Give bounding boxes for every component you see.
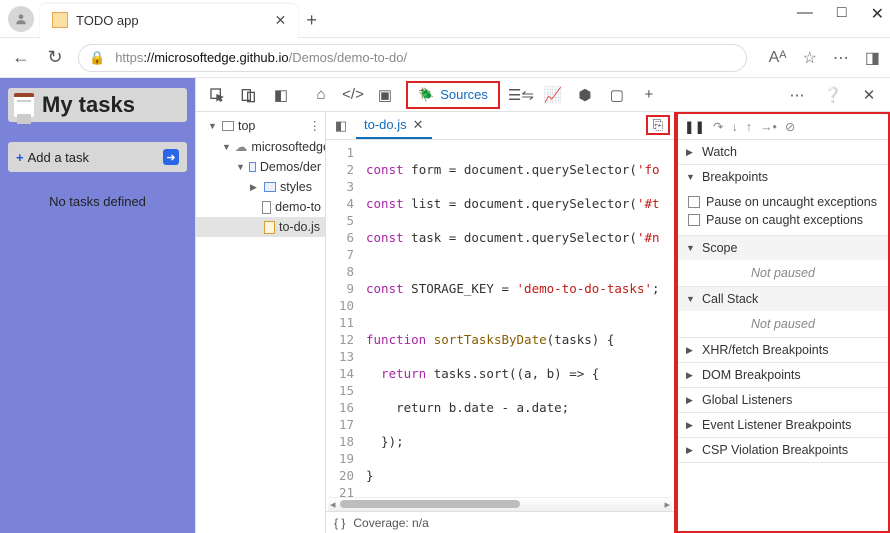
new-tab-button[interactable]: +: [306, 10, 317, 31]
editor-file-name: to-do.js: [364, 117, 407, 132]
pause-caught-checkbox[interactable]: Pause on caught exceptions: [688, 211, 880, 229]
global-listeners-section[interactable]: ▶Global Listeners: [678, 388, 888, 412]
close-file-icon[interactable]: ✕: [413, 117, 424, 133]
breakpoints-section[interactable]: ▼Breakpoints: [678, 165, 888, 189]
sources-tab-label: Sources: [440, 87, 488, 102]
network-tab-icon[interactable]: ☰⇋: [506, 80, 536, 110]
tree-demo-to-file[interactable]: demo-to: [196, 197, 325, 217]
tree-origin[interactable]: ▼microsoftedge…: [196, 136, 325, 157]
tree-styles-folder[interactable]: ▶styles: [196, 177, 325, 197]
clipboard-icon: [14, 93, 34, 117]
help-icon[interactable]: ❔: [818, 80, 848, 110]
welcome-tab-icon[interactable]: ⌂: [306, 80, 336, 110]
deactivate-breakpoints-icon[interactable]: ⊘: [785, 119, 795, 134]
tab-title: TODO app: [76, 13, 139, 28]
xhr-breakpoints-section[interactable]: ▶XHR/fetch Breakpoints: [678, 338, 888, 362]
tree-demos-folder[interactable]: ▼Demos/der: [196, 157, 325, 177]
site-lock-icon[interactable]: 🔒: [89, 50, 105, 66]
devtools-tabstrip: ◧ ⌂ </> ▣ 🪲 Sources ☰⇋ 📈 ⬢ ▢ + ⋯ ❔ ✕: [196, 78, 890, 112]
pause-button[interactable]: ❚❚: [684, 119, 705, 134]
browser-tab[interactable]: TODO app ✕: [40, 4, 298, 38]
submit-task-button[interactable]: ➜: [163, 149, 179, 165]
horizontal-scrollbar[interactable]: ◂ ▸: [328, 497, 672, 511]
file-navigator: ⋮ ▼top ▼microsoftedge… ▼Demos/der ▶style…: [196, 112, 326, 533]
url-host: ://microsoftedge.github.io: [143, 50, 288, 65]
pause-uncaught-checkbox[interactable]: Pause on uncaught exceptions: [688, 193, 880, 211]
close-devtools-icon[interactable]: ✕: [854, 80, 884, 110]
tree-top[interactable]: ▼top: [196, 116, 325, 136]
scope-section[interactable]: ▼Scope: [678, 236, 888, 260]
url-protocol: https: [115, 50, 143, 65]
back-button[interactable]: ←: [10, 47, 32, 68]
address-bar[interactable]: 🔒 https://microsoftedge.github.io/Demos/…: [78, 44, 747, 72]
step-out-icon[interactable]: ↑: [746, 120, 752, 134]
window-close-icon[interactable]: ✕: [871, 4, 884, 24]
call-stack-section[interactable]: ▼Call Stack: [678, 287, 888, 311]
step-icon[interactable]: →•: [760, 120, 777, 134]
window-maximize-icon[interactable]: □: [837, 4, 847, 24]
cloud-icon: [235, 139, 248, 154]
panel-layout-icon[interactable]: ◧: [266, 80, 296, 110]
step-into-icon[interactable]: ↓: [731, 120, 737, 134]
performance-tab-icon[interactable]: 📈: [538, 80, 568, 110]
line-gutter: 123456789101112131415161718192021222324: [326, 140, 360, 497]
refresh-button[interactable]: ↻: [44, 47, 66, 68]
bug-icon: 🪲: [418, 87, 434, 103]
window-minimize-icon[interactable]: —: [797, 4, 813, 24]
favorites-icon[interactable]: ☆: [803, 48, 817, 68]
code-editor[interactable]: const form = document.querySelector('fo …: [360, 140, 674, 497]
profile-icon[interactable]: [8, 6, 34, 32]
plus-icon: +: [16, 150, 24, 165]
watch-section[interactable]: ▶Watch: [678, 140, 888, 164]
inspect-icon[interactable]: [202, 80, 232, 110]
navigator-toggle-icon[interactable]: ◧: [330, 116, 352, 136]
url-path: /Demos/demo-to-do/: [289, 50, 408, 65]
event-listener-breakpoints-section[interactable]: ▶Event Listener Breakpoints: [678, 413, 888, 437]
pretty-print-icon[interactable]: { }: [334, 516, 345, 530]
editor-file-tab[interactable]: to-do.js ✕: [356, 112, 432, 139]
favicon-icon: [52, 12, 68, 28]
coverage-status: Coverage: n/a: [353, 516, 428, 530]
device-toggle-icon[interactable]: [234, 80, 264, 110]
todo-app-pane: My tasks + Add a task ➜ No tasks defined: [0, 78, 195, 533]
debugger-sidebar: ❚❚ ↷ ↓ ↑ →• ⊘ ▶Watch ▼Breakpoints Pause …: [676, 112, 890, 533]
callstack-not-paused: Not paused: [678, 311, 888, 337]
add-task-input[interactable]: + Add a task ➜: [8, 142, 187, 172]
scope-not-paused: Not paused: [678, 260, 888, 286]
memory-tab-icon[interactable]: ⬢: [570, 80, 600, 110]
settings-more-icon[interactable]: ⋯: [782, 80, 812, 110]
elements-tab-icon[interactable]: </>: [338, 80, 368, 110]
csp-breakpoints-section[interactable]: ▶CSP Violation Breakpoints: [678, 438, 888, 462]
step-over-icon[interactable]: ↷: [713, 119, 723, 134]
empty-state-text: No tasks defined: [8, 194, 187, 209]
reading-mode-icon[interactable]: Aᴬ: [769, 49, 787, 67]
more-tabs-button[interactable]: +: [634, 80, 664, 110]
split-screen-icon[interactable]: ◨: [865, 48, 880, 68]
dom-breakpoints-section[interactable]: ▶DOM Breakpoints: [678, 363, 888, 387]
sources-tab[interactable]: 🪲 Sources: [406, 81, 500, 109]
more-icon[interactable]: ⋯: [833, 48, 849, 68]
application-tab-icon[interactable]: ▢: [602, 80, 632, 110]
console-tab-icon[interactable]: ▣: [370, 80, 400, 110]
toggle-debugger-sidebar-icon[interactable]: ⎘: [646, 115, 670, 135]
navigator-menu-icon[interactable]: ⋮: [309, 118, 322, 133]
close-tab-icon[interactable]: ✕: [275, 12, 287, 29]
tree-todo-js-file[interactable]: to-do.js: [196, 217, 325, 237]
add-task-label: Add a task: [28, 150, 89, 165]
page-title: My tasks: [42, 92, 135, 118]
